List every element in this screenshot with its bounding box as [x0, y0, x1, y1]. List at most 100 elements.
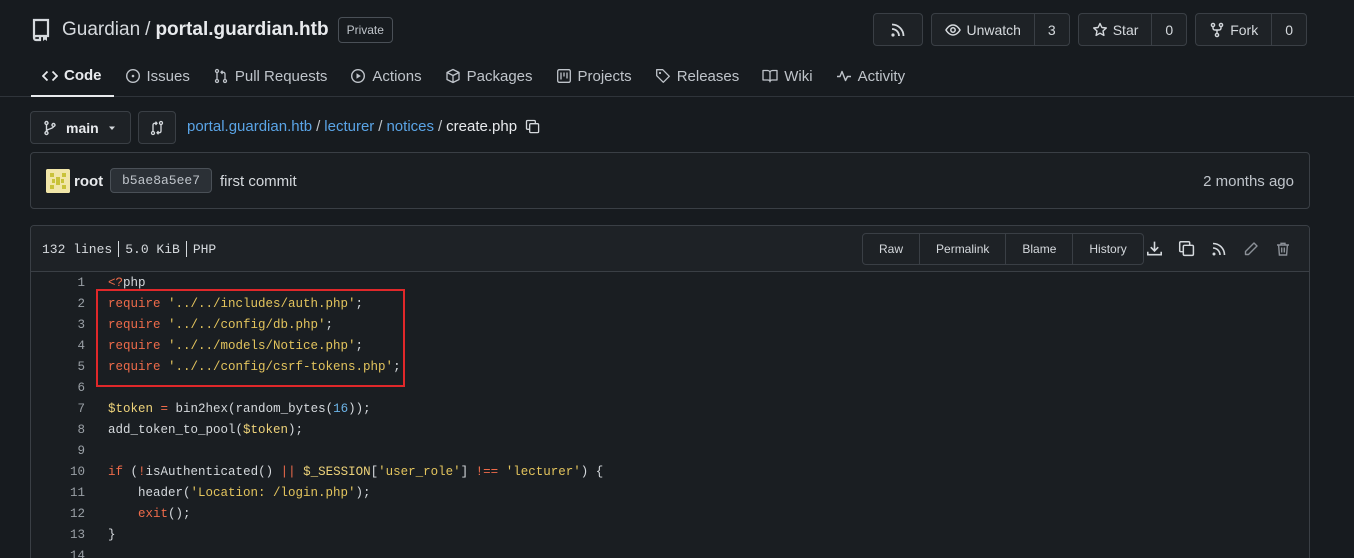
breadcrumb: portal.guardian.htb / lecturer / notices…	[187, 118, 540, 135]
code-token: '../../includes/auth.php'	[168, 296, 356, 311]
code-token: 'Location: /login.php'	[190, 485, 356, 500]
code-token: ;	[325, 317, 334, 332]
file-size: 5.0 KiB	[125, 241, 180, 257]
blame-button[interactable]: Blame	[1005, 234, 1072, 264]
tab-code[interactable]: Code	[31, 56, 114, 97]
tab-label: Releases	[676, 67, 740, 85]
code-token: !	[138, 464, 146, 479]
avatar[interactable]	[46, 169, 70, 193]
edit-pencil-icon[interactable]	[1241, 239, 1260, 258]
code-token: !==	[475, 464, 499, 479]
line-number[interactable]: 1	[31, 276, 85, 290]
copy-content-icon[interactable]	[1177, 239, 1196, 258]
compare-button[interactable]	[138, 111, 176, 144]
rss-icon	[890, 22, 906, 38]
code-token: header(	[108, 485, 191, 500]
line-number[interactable]: 5	[31, 360, 85, 374]
line-number[interactable]: 13	[31, 528, 85, 542]
line-number[interactable]: 9	[31, 444, 85, 458]
line-content: exit();	[85, 507, 191, 521]
line-number[interactable]: 4	[31, 339, 85, 353]
line-number[interactable]: 10	[31, 465, 85, 479]
code-token: ;	[355, 296, 364, 311]
commit-author[interactable]: root	[74, 173, 103, 190]
raw-button[interactable]: Raw	[863, 234, 919, 264]
code-token: ();	[168, 506, 191, 521]
line-number[interactable]: 8	[31, 423, 85, 437]
code-viewer: 1 <?php 2 require '../../includes/auth.php'…	[31, 272, 1309, 558]
code-token: require	[108, 296, 169, 311]
code-line: 13}	[31, 524, 1309, 545]
tab-actions[interactable]: Actions	[339, 56, 433, 96]
file-view: 132 lines 5.0 KiB PHP Raw Permalink Blam…	[30, 225, 1310, 558]
tab-packages[interactable]: Packages	[434, 56, 545, 96]
breadcrumb-repo-link[interactable]: portal.guardian.htb	[187, 118, 312, 135]
fork-button[interactable]: Fork	[1196, 14, 1271, 45]
delete-trash-icon[interactable]	[1273, 239, 1292, 258]
repo-header: Guardian / portal.guardian.htb Private U…	[0, 0, 1354, 97]
breadcrumb-separator: /	[438, 118, 443, 135]
repo-separator: /	[145, 19, 151, 40]
line-content: }	[85, 528, 116, 542]
line-content: require '../../config/db.php';	[85, 318, 333, 332]
tab-issues[interactable]: Issues	[114, 56, 202, 96]
code-line: 5 require '../../config/csrf-tokens.php';	[31, 356, 1309, 377]
code-token: ||	[280, 464, 296, 479]
breadcrumb-notices-link[interactable]: notices	[386, 118, 434, 135]
file-line-count: 132 lines	[42, 241, 113, 257]
code-token: '../../config/db.php'	[168, 317, 326, 332]
tab-pull-requests[interactable]: Pull Requests	[202, 56, 340, 96]
tag-icon	[655, 68, 671, 84]
line-number[interactable]: 3	[31, 318, 85, 332]
commit-message[interactable]: first commit	[220, 173, 297, 190]
watch-count[interactable]: 3	[1033, 14, 1069, 45]
line-number[interactable]: 2	[31, 297, 85, 311]
file-button-group: Raw Permalink Blame History	[862, 233, 1144, 265]
code-token: exit	[138, 506, 169, 521]
star-button[interactable]: Star	[1079, 14, 1152, 45]
line-number[interactable]: 12	[31, 507, 85, 521]
tab-wiki[interactable]: Wiki	[751, 56, 824, 96]
rss-button-group	[873, 13, 924, 46]
rss-icon[interactable]	[1209, 239, 1228, 258]
code-token: '../../config/csrf-tokens.php'	[168, 359, 394, 374]
tab-releases[interactable]: Releases	[644, 56, 752, 96]
unwatch-button[interactable]: Unwatch	[932, 14, 1033, 45]
code-line: 2 require '../../includes/auth.php';	[31, 293, 1309, 314]
rss-button[interactable]	[874, 14, 922, 45]
code-token: }	[108, 527, 116, 542]
code-line: 11 header('Location: /login.php');	[31, 482, 1309, 503]
tab-label: Packages	[466, 67, 533, 85]
file-icon-actions	[1145, 239, 1292, 258]
repo-actions: Unwatch 3 Star 0 Fork 0	[873, 13, 1307, 46]
permalink-button[interactable]: Permalink	[919, 234, 1005, 264]
history-button[interactable]: History	[1072, 234, 1142, 264]
tab-label: Activity	[857, 67, 906, 85]
tab-projects[interactable]: Projects	[545, 56, 644, 96]
line-number[interactable]: 7	[31, 402, 85, 416]
tab-activity[interactable]: Activity	[825, 56, 918, 96]
issue-icon	[125, 68, 141, 84]
code-token: );	[288, 422, 304, 437]
line-number[interactable]: 14	[31, 549, 85, 558]
code-token: ));	[348, 401, 371, 416]
star-count[interactable]: 0	[1151, 14, 1186, 45]
repo-tabs: Code Issues Pull Requests Actions Packag…	[31, 56, 917, 97]
line-content: $token = bin2hex(random_bytes(16));	[85, 402, 371, 416]
breadcrumb-separator: /	[316, 118, 321, 135]
commit-sha-button[interactable]: b5ae8a5ee7	[110, 168, 213, 193]
repo-owner-link[interactable]: Guardian	[62, 19, 140, 41]
breadcrumb-lecturer-link[interactable]: lecturer	[324, 118, 374, 135]
download-icon[interactable]	[1145, 239, 1164, 258]
copy-path-icon[interactable]	[525, 119, 540, 134]
code-token: ;	[355, 338, 364, 353]
branch-selector[interactable]: main	[30, 111, 131, 144]
line-number[interactable]: 11	[31, 486, 85, 500]
line-number[interactable]: 6	[31, 381, 85, 395]
repo-name-link[interactable]: portal.guardian.htb	[155, 19, 328, 41]
file-info-divider	[118, 241, 120, 257]
fork-count[interactable]: 0	[1271, 14, 1306, 45]
code-token: 'user_role'	[378, 464, 461, 479]
